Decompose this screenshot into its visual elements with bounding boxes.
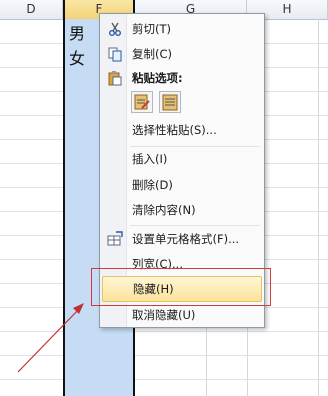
annotation-arrow-icon	[17, 303, 84, 373]
